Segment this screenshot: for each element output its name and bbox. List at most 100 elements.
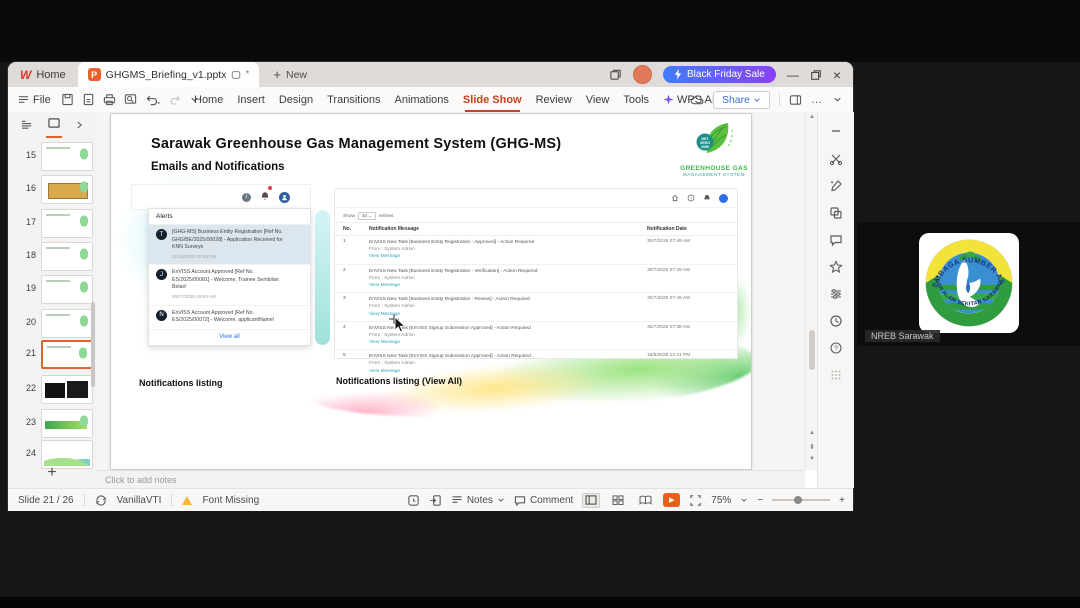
slide-thumbnail-17[interactable] (41, 209, 93, 238)
home-tab[interactable]: W Home (8, 62, 78, 87)
share-button[interactable]: Share (712, 90, 770, 109)
tab-sync-icon[interactable] (231, 70, 241, 80)
slide-thumbnail-18[interactable] (41, 242, 93, 271)
slides-view-icon[interactable] (46, 116, 62, 138)
top-dark-band (0, 0, 1080, 62)
ghgms-logo[interactable]: NET ZERO 2050 GREENHOUSE GAS MANAGEMENT … (671, 119, 751, 177)
thumbnail-row[interactable]: 15 (8, 142, 96, 173)
zoom-slider[interactable] (772, 496, 831, 504)
edit-effects-icon[interactable] (829, 179, 843, 193)
menu-view[interactable]: View (585, 93, 611, 107)
menu-transitions[interactable]: Transitions (326, 93, 381, 107)
comment-button[interactable]: Comment (514, 495, 573, 506)
print-preview-icon[interactable] (124, 93, 137, 106)
thumbnail-row[interactable]: 18 (8, 242, 96, 273)
new-tab-button[interactable]: + New (273, 67, 307, 82)
outline-view-icon[interactable] (20, 119, 33, 131)
thumbnail-row[interactable]: 16 (8, 175, 96, 206)
menu-animations[interactable]: Animations (394, 93, 450, 107)
zoom-level[interactable]: 75% (711, 495, 731, 506)
zoom-caret-icon[interactable] (740, 496, 748, 504)
slideshow-play-button[interactable]: ▶ (663, 493, 681, 507)
notes-input[interactable]: Click to add notes (96, 470, 805, 488)
wps-presentation-window: W Home P GHGMS_Briefing_v1.pptx * + New (8, 62, 854, 511)
comment-bubble-icon[interactable] (829, 233, 843, 247)
slide-thumbnail-15[interactable] (41, 142, 93, 171)
slide-sorter-view-button[interactable] (609, 493, 627, 508)
mouse-cursor (389, 314, 406, 333)
caption-notifications-listing[interactable]: Notifications listing (139, 378, 223, 388)
thumbnail-row[interactable]: 17 (8, 209, 96, 240)
warning-icon (182, 495, 193, 505)
present-to-screen-icon[interactable] (429, 494, 442, 507)
thumbnail-panel-scrollbar[interactable] (91, 302, 95, 387)
thumbnail-row[interactable]: 19 (8, 275, 96, 306)
thumbnail-row[interactable]: 20 (8, 309, 96, 340)
caption-notifications-listing-view-all[interactable]: Notifications listing (View All) (336, 376, 462, 386)
redo-icon[interactable] (168, 93, 181, 106)
fit-slide-icon[interactable] (689, 494, 702, 507)
print-icon[interactable] (103, 93, 116, 106)
slide-thumbnail-19[interactable] (41, 275, 93, 304)
save-icon[interactable] (61, 93, 74, 106)
cloud-sync-icon[interactable] (690, 94, 704, 106)
shapes-icon[interactable] (829, 206, 843, 220)
menu-design[interactable]: Design (278, 93, 314, 107)
ribbon-layout-icon[interactable] (789, 94, 802, 106)
share-label: Share (721, 93, 750, 106)
history-clock-icon[interactable] (829, 314, 843, 328)
account-avatar[interactable] (633, 65, 652, 84)
more-options-icon[interactable]: … (811, 94, 823, 106)
slide-subtitle[interactable]: Emails and Notifications (151, 161, 285, 173)
thumbnail-row[interactable]: 22 (8, 375, 96, 406)
menu-review[interactable]: Review (535, 93, 573, 107)
restore-button[interactable] (810, 69, 822, 81)
task-pane-icon[interactable] (407, 494, 420, 507)
file-menu[interactable]: File (8, 94, 59, 106)
black-friday-sale-button[interactable]: Black Friday Sale (663, 66, 776, 83)
menu-slide-show[interactable]: Slide Show (462, 93, 523, 112)
theme-name[interactable]: VanillaVTI (117, 495, 162, 506)
slide-canvas[interactable]: Sarawak Greenhouse Gas Management System… (110, 113, 752, 470)
minimize-button[interactable]: — (787, 69, 799, 81)
output-pdf-icon[interactable] (82, 93, 95, 106)
zoom-out-button[interactable]: − (757, 495, 763, 506)
slide-title[interactable]: Sarawak Greenhouse Gas Management System… (151, 136, 561, 152)
reading-view-button[interactable] (636, 493, 654, 508)
menu-home[interactable]: Home (193, 93, 224, 107)
theme-icon[interactable] (95, 494, 107, 506)
zoom-in-button[interactable]: + (839, 495, 845, 506)
expand-panel-chevron-icon[interactable] (75, 120, 84, 130)
alerts-dropdown-panel: Alerts T [GHG-MS] Business Entity Regist… (148, 208, 311, 346)
menu-insert[interactable]: Insert (236, 93, 266, 107)
menu-tools[interactable]: Tools (622, 93, 650, 107)
settings-sliders-icon[interactable] (829, 287, 843, 301)
thumb-number: 15 (25, 150, 36, 160)
font-missing-label[interactable]: Font Missing (202, 495, 259, 506)
slide-thumbnail-23[interactable] (41, 409, 93, 438)
tab-list-icon[interactable] (609, 68, 622, 81)
zoom-slider-handle[interactable] (794, 496, 803, 504)
document-tab[interactable]: P GHGMS_Briefing_v1.pptx * (77, 62, 260, 87)
svg-text:2050: 2050 (701, 145, 709, 149)
slide-thumbnail-20[interactable] (41, 309, 93, 338)
collapse-rail-icon[interactable] (829, 124, 843, 138)
notes-toggle[interactable]: Notes (451, 495, 505, 506)
scrollbar-thumb[interactable] (809, 330, 815, 370)
undo-icon[interactable] (145, 93, 160, 106)
slide-thumbnail-16[interactable] (41, 175, 93, 204)
scissors-tools-icon[interactable] (829, 152, 843, 166)
favorites-star-icon[interactable] (829, 260, 843, 274)
close-button[interactable]: × (833, 68, 841, 82)
video-participant-tile[interactable]: LEMBAGA SUMBER ASLI DAN ALAM SEKITAR SAR… (857, 222, 1080, 346)
thumbnail-row[interactable]: 23 (8, 409, 96, 440)
add-slide-button[interactable]: + (8, 464, 96, 482)
slide-thumbnail-22[interactable] (41, 375, 93, 404)
apps-grid-icon[interactable] (829, 368, 843, 382)
logo-name-line2: MANAGEMENT SYSTEM (682, 172, 746, 177)
thumbnail-row[interactable]: 21 (8, 340, 96, 371)
slide-thumbnail-21-selected[interactable] (41, 340, 93, 369)
help-icon[interactable]: ? (829, 341, 843, 355)
normal-view-button[interactable] (582, 492, 601, 508)
collapse-ribbon-chevron-icon[interactable] (832, 94, 843, 105)
